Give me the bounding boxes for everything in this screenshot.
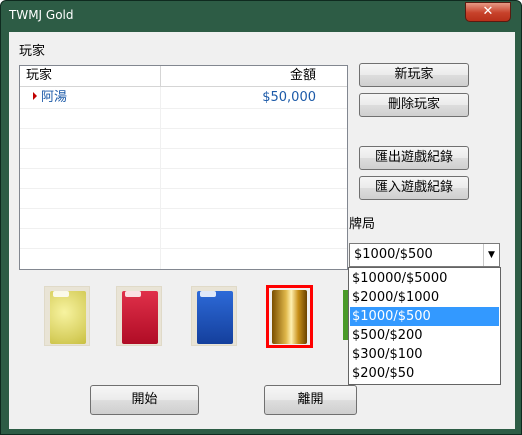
player-money-cell[interactable]: $50,000 (170, 88, 316, 108)
stakes-option-highlighted[interactable]: $1000/$500 (350, 307, 499, 326)
row-gridline (20, 148, 347, 149)
row-gridline (20, 188, 347, 189)
tile-highlight (125, 291, 141, 297)
new-player-button[interactable]: 新玩家 (359, 63, 469, 87)
chevron-down-icon[interactable]: ▼ (483, 244, 499, 266)
player-list[interactable]: 玩家 金額 阿湯 $50,000 (19, 65, 348, 270)
delete-player-button[interactable]: 刪除玩家 (359, 93, 469, 117)
row-gridline (20, 248, 347, 249)
yellow-tile-back-option[interactable] (44, 286, 90, 346)
stakes-option[interactable]: $300/$100 (350, 345, 499, 364)
header-divider[interactable] (160, 66, 161, 86)
selected-tile-frame (266, 285, 313, 348)
tile-highlight (200, 291, 216, 297)
client-area: 玩家 玩家 金額 阿湯 $50,000 新玩家 刪除玩家 匯出遊戲紀錄 匯入遊戲… (9, 32, 515, 429)
close-button[interactable]: ✕ (465, 2, 511, 22)
stakes-selected-value: $1000/$500 (354, 247, 433, 262)
current-row-arrow-icon (33, 92, 37, 100)
red-tile-back-option[interactable] (116, 286, 162, 346)
row-gridline (20, 228, 347, 229)
blue-tile-back-icon (197, 291, 233, 344)
blue-tile-back-option[interactable] (191, 286, 237, 346)
export-log-button[interactable]: 匯出遊戲紀錄 (359, 146, 469, 170)
stakes-dropdown-list: $10000/$5000 $2000/$1000 $1000/$500 $500… (348, 267, 501, 385)
stakes-option[interactable]: $10000/$5000 (350, 269, 499, 288)
leave-button[interactable]: 離開 (264, 385, 357, 415)
row-gridline (20, 108, 347, 109)
column-gridline (160, 87, 161, 269)
stakes-select[interactable]: $1000/$500 ▼ (349, 243, 500, 267)
close-icon: ✕ (482, 4, 494, 19)
title-bar[interactable]: TWMJ Gold ✕ (1, 1, 521, 31)
stakes-option[interactable]: $2000/$1000 (350, 288, 499, 307)
yellow-tile-back-icon (50, 291, 86, 344)
tile-highlight (53, 291, 69, 297)
player-name-cell[interactable]: 阿湯 (41, 88, 67, 108)
start-button[interactable]: 開始 (90, 385, 199, 415)
column-header-player[interactable]: 玩家 (26, 66, 52, 86)
stakes-option[interactable]: $500/$200 (350, 326, 499, 345)
row-gridline (20, 168, 347, 169)
row-gridline (20, 128, 347, 129)
import-log-button[interactable]: 匯入遊戲紀錄 (359, 176, 469, 200)
window-title: TWMJ Gold (9, 8, 74, 22)
players-label: 玩家 (19, 44, 46, 59)
list-header: 玩家 金額 (20, 66, 347, 87)
stakes-label: 牌局 (349, 217, 376, 232)
column-header-money[interactable]: 金額 (170, 66, 316, 86)
row-gridline (20, 208, 347, 209)
red-tile-back-icon (122, 291, 158, 344)
stakes-option[interactable]: $200/$50 (350, 364, 499, 383)
app-window: TWMJ Gold ✕ 玩家 玩家 金額 阿湯 $50,000 新玩家 刪除玩家… (0, 0, 522, 435)
